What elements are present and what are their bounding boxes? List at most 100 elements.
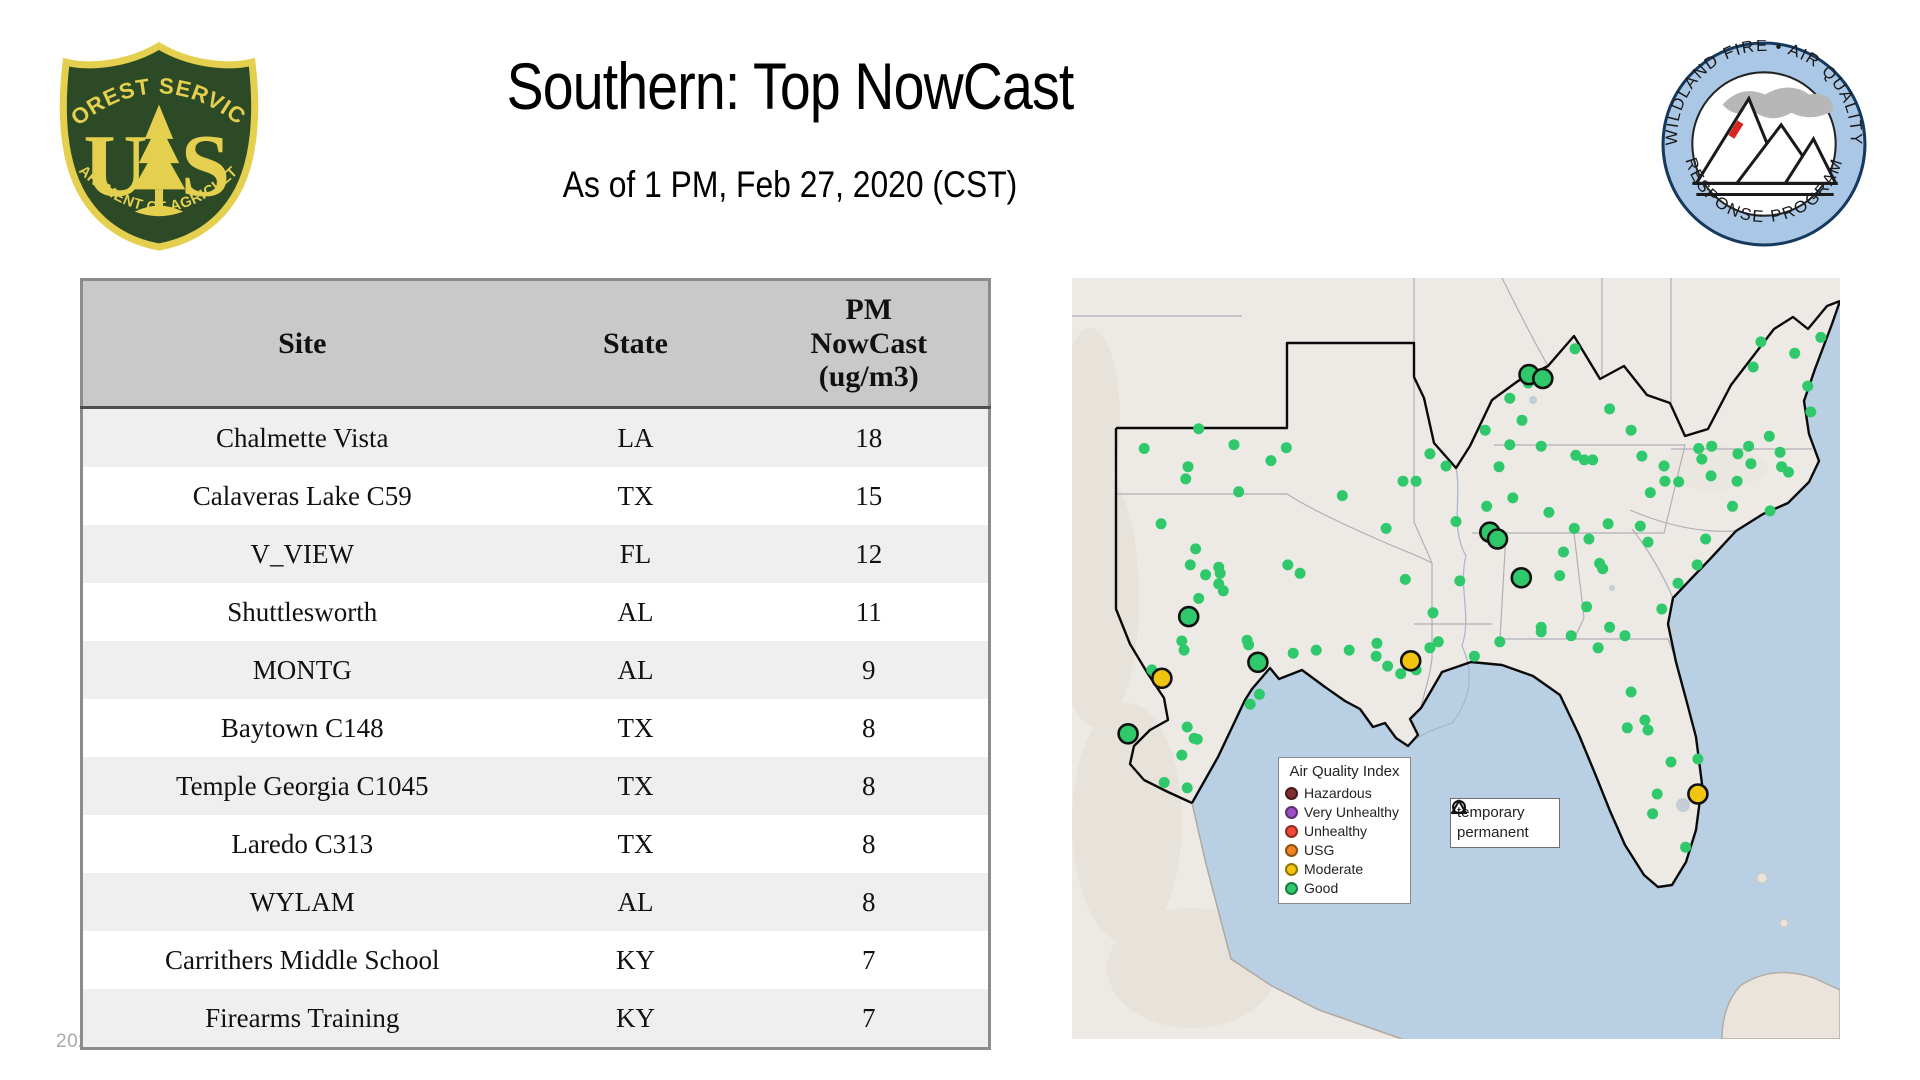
table-cell: Carrithers Middle School	[81, 931, 522, 989]
monitor-dot-good	[1280, 442, 1292, 454]
monitor-dot-good	[1691, 559, 1703, 571]
monitor-dot-good	[1592, 642, 1604, 654]
monitor-dot-good	[1706, 440, 1718, 452]
monitor-dot-good	[1181, 721, 1193, 733]
aqi-legend-title: Air Quality Index	[1289, 763, 1400, 780]
monitor-dot-good	[1565, 630, 1577, 642]
monitor-dot-good	[1705, 470, 1717, 482]
monitor-dot-good	[1583, 533, 1595, 545]
table-cell: AL	[521, 583, 750, 641]
aqi-level-dot-icon	[1285, 805, 1298, 819]
monitor-dot-good	[1656, 603, 1668, 615]
monitor-dot-good	[1184, 559, 1196, 571]
temporary-label: temporary	[1457, 804, 1525, 821]
table-row: V_VIEW FL 12	[81, 525, 990, 583]
table-row: Calaveras Lake C59 TX 15	[81, 467, 990, 525]
col-header-site: Site	[81, 279, 522, 409]
monitor-dot-good	[1200, 569, 1212, 581]
monitor-dot-good	[1450, 516, 1462, 527]
monitor-dot-good	[1743, 440, 1755, 452]
aqi-legend: Air Quality Index Hazardous Very Unhealth…	[1278, 757, 1411, 904]
monitor-dot-good	[1233, 486, 1245, 498]
monitor-dot-good	[1642, 724, 1654, 736]
monitor-dot-good	[1647, 808, 1659, 820]
monitor-dot-good	[1493, 461, 1505, 473]
monitor-dot-good	[1558, 546, 1569, 558]
table-cell: 18	[749, 407, 990, 467]
table-cell: TX	[521, 815, 750, 873]
aqi-level-label: Unhealthy	[1304, 823, 1368, 839]
table-cell: LA	[521, 407, 750, 467]
monitor-dot-good	[1244, 698, 1256, 710]
table-cell: V_VIEW	[81, 525, 522, 583]
table-cell: 11	[749, 583, 990, 641]
table-cell: MONTG	[81, 641, 522, 699]
page-subtitle: As of 1 PM, Feb 27, 2020 (CST)	[562, 164, 1018, 205]
monitor-dot-good	[1155, 518, 1167, 530]
monitor-dot-good	[1180, 473, 1192, 485]
monitor-dot-good	[1380, 522, 1392, 534]
monitor-dot-good	[1397, 475, 1409, 487]
table-row: Laredo C313 TX 8	[81, 815, 990, 873]
monitor-dot-good	[1805, 406, 1817, 418]
aqi-legend-item: Moderate	[1285, 861, 1404, 877]
usfs-logo: FOREST SERVICE U S DEPARTMENT OF AGRICUL…	[58, 40, 259, 251]
monitor-dot-good	[1181, 782, 1193, 794]
monitor-dot-good	[1604, 621, 1616, 633]
monitor-dot-good	[1494, 636, 1506, 648]
table-cell: 7	[749, 989, 990, 1049]
monitor-dot-good	[1731, 475, 1743, 487]
monitor-dot-good	[1680, 841, 1692, 853]
monitor-dot-good	[1432, 636, 1444, 648]
monitor-dot-good	[1693, 443, 1705, 454]
table-row: Temple Georgia C1045 TX 8	[81, 757, 990, 815]
permanent-monitor-icon	[1451, 799, 1467, 814]
monitor-dot-good	[1535, 621, 1547, 633]
monitor-dot-good	[1343, 644, 1355, 656]
map-svg	[1072, 278, 1840, 1039]
table-cell: KY	[521, 931, 750, 989]
table-cell: 12	[749, 525, 990, 583]
monitor-dot-good	[1182, 461, 1194, 473]
aqi-level-dot-icon	[1285, 786, 1298, 800]
monitor-dot-good	[1727, 500, 1738, 512]
monitor-dot-top-site-good	[1117, 722, 1139, 745]
table-cell: Firearms Training	[81, 989, 522, 1049]
monitor-dot-good	[1158, 777, 1170, 788]
table-cell: 7	[749, 931, 990, 989]
monitor-dot-good	[1265, 455, 1277, 467]
table-header-row: Site State PM NowCast (ug/m3)	[81, 279, 990, 409]
aqi-legend-item: Good	[1285, 880, 1404, 896]
table-cell: Shuttlesworth	[81, 583, 522, 641]
monitor-dot-good	[1774, 446, 1786, 458]
table-cell: TX	[521, 757, 750, 815]
table-cell: 8	[749, 873, 990, 931]
table-cell: 9	[749, 641, 990, 699]
monitor-dot-good	[1440, 460, 1452, 472]
table-cell: WYLAM	[81, 873, 522, 931]
monitor-dot-good	[1568, 522, 1580, 534]
monitor-dot-good	[1634, 520, 1646, 532]
page-title: Southern: Top NowCast	[506, 49, 1075, 123]
monitor-dot-good	[1747, 361, 1759, 373]
monitor-dot-good	[1619, 630, 1631, 642]
aqi-level-dot-icon	[1285, 862, 1298, 876]
monitor-dot-good	[1763, 430, 1775, 442]
aqi-level-dot-icon	[1285, 824, 1298, 838]
aqi-level-dot-icon	[1285, 881, 1298, 895]
monitor-dot-good	[1176, 749, 1188, 761]
table-cell: 15	[749, 467, 990, 525]
monitor-dot-good	[1692, 753, 1704, 765]
monitor-dot-good	[1371, 637, 1383, 649]
monitor-dot-top-site-moderate	[1151, 667, 1173, 690]
monitor-dot-good	[1410, 475, 1422, 487]
monitor-dot-good	[1507, 492, 1519, 504]
monitor-dot-good	[1815, 331, 1827, 343]
table-cell: 8	[749, 699, 990, 757]
monitor-dot-good	[1642, 536, 1654, 548]
monitor-dot-good	[1188, 732, 1200, 744]
table-cell: TX	[521, 467, 750, 525]
table-cell: FL	[521, 525, 750, 583]
monitor-dot-good	[1241, 634, 1253, 646]
monitor-dot-good	[1213, 578, 1225, 590]
